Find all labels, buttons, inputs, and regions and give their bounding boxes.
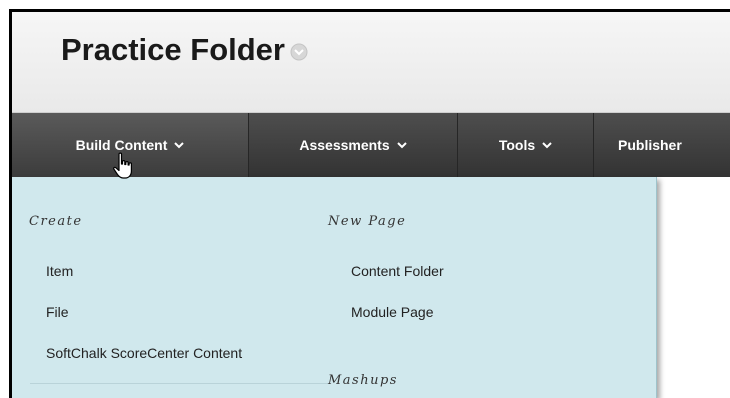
chevron-down-icon bbox=[396, 141, 407, 149]
chevron-down-icon bbox=[542, 141, 552, 149]
assessments-label: Assessments bbox=[299, 137, 390, 153]
create-heading: Create bbox=[29, 214, 83, 229]
publisher-label: Publisher bbox=[618, 137, 682, 153]
page-title: Practice Folder bbox=[61, 32, 285, 67]
hand-pointer-icon bbox=[113, 152, 132, 179]
section-divider bbox=[30, 383, 330, 384]
tools-label: Tools bbox=[498, 137, 536, 153]
circle-chevron-down-icon[interactable] bbox=[290, 43, 308, 61]
new-page-heading: New Page bbox=[328, 214, 407, 229]
menu-item-item[interactable]: Item bbox=[46, 263, 73, 279]
build-content-label: Build Content bbox=[75, 137, 168, 153]
menu-item-module-page[interactable]: Module Page bbox=[351, 304, 434, 320]
menu-item-file[interactable]: File bbox=[46, 304, 69, 320]
page-title-group: Practice Folder bbox=[61, 32, 308, 68]
cropped-caption-strip bbox=[0, 0, 730, 9]
publisher-menu[interactable]: Publisher bbox=[594, 113, 730, 177]
menu-item-softchalk-scorecenter-content[interactable]: SoftChalk ScoreCenter Content bbox=[46, 345, 242, 361]
page-header: Practice Folder bbox=[12, 12, 730, 113]
menu-item-content-folder[interactable]: Content Folder bbox=[351, 263, 444, 279]
build-content-dropdown bbox=[12, 177, 657, 398]
assessments-menu[interactable]: Assessments bbox=[249, 113, 458, 177]
tools-menu[interactable]: Tools bbox=[458, 113, 594, 177]
chevron-down-icon bbox=[174, 141, 185, 149]
mashups-heading: Mashups bbox=[328, 373, 398, 388]
